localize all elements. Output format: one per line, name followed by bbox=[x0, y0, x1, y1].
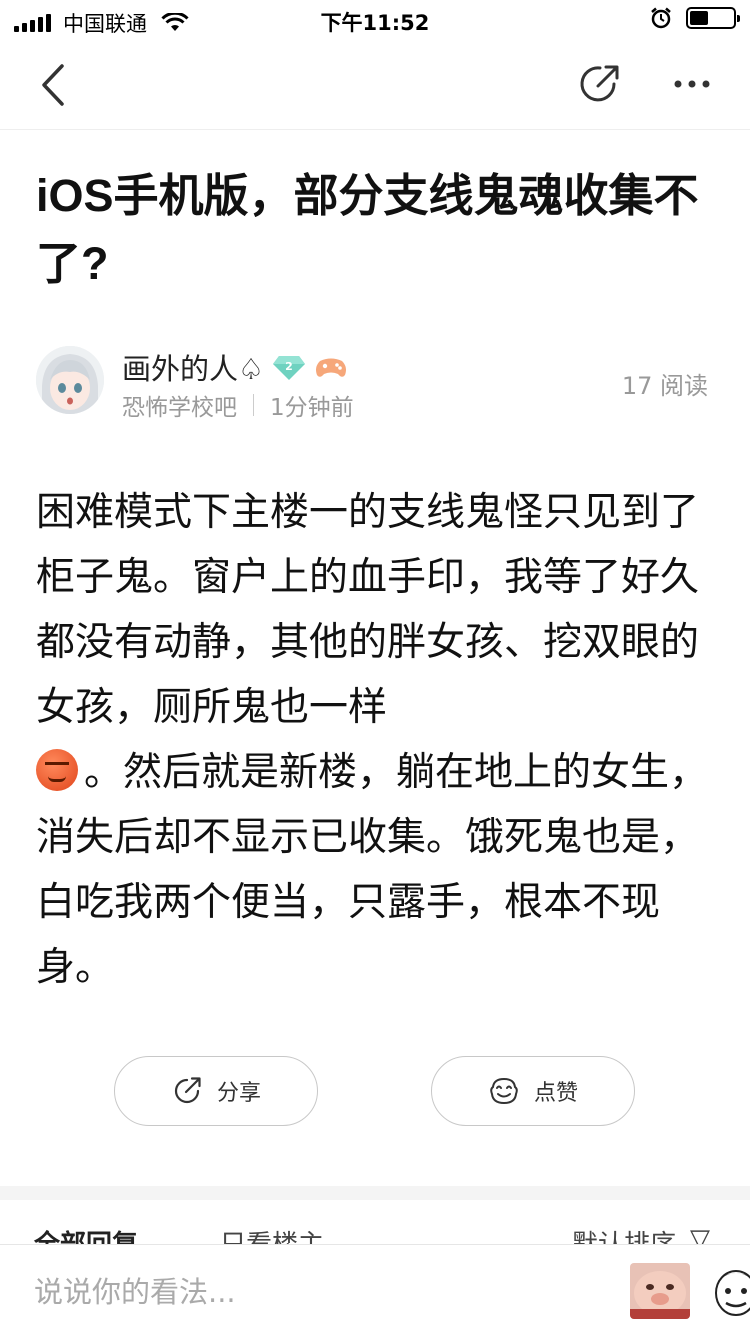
share-icon[interactable] bbox=[578, 62, 622, 106]
share-button[interactable]: 分享 bbox=[114, 1056, 318, 1126]
back-arrow-icon[interactable] bbox=[28, 60, 78, 110]
avatar[interactable] bbox=[36, 346, 104, 414]
level-badge-icon: 2 bbox=[273, 356, 305, 380]
meta-divider bbox=[253, 394, 254, 416]
post-body-text-1: 困难模式下主楼一的支线鬼怪只见到了柜子鬼。窗户上的血手印，我等了好久都没有动静，… bbox=[36, 490, 700, 730]
clock: 下午11:52 bbox=[320, 11, 430, 35]
share-label: 分享 bbox=[216, 1081, 261, 1106]
gamepad-badge-icon bbox=[316, 358, 346, 377]
section-divider bbox=[0, 1186, 750, 1200]
post-title: iOS手机版，部分支线鬼魂收集不了? bbox=[36, 170, 699, 289]
post-body: 困难模式下主楼一的支线鬼怪只见到了柜子鬼。窗户上的血手印，我等了好久都没有动静，… bbox=[36, 480, 718, 1000]
emoji-face-icon bbox=[36, 749, 78, 791]
share-icon bbox=[174, 1077, 201, 1104]
post-body-text-2: 。然后就是新楼，躺在地上的女生，消失后却不显示已收集。饿死鬼也是，白吃我两个便当… bbox=[36, 750, 709, 990]
comment-input[interactable]: 说说你的看法... bbox=[34, 1269, 236, 1311]
status-bar: 中国联通 下午11:52 bbox=[0, 0, 750, 40]
nav-bar bbox=[0, 40, 750, 130]
post-time: 1分钟前 bbox=[270, 395, 354, 421]
comment-bar: 说说你的看法... bbox=[0, 1244, 750, 1334]
battery-icon bbox=[686, 7, 740, 29]
post-meta: 恐怖学校吧 1分钟前 bbox=[122, 388, 354, 422]
like-face-icon bbox=[490, 1077, 518, 1105]
level-number: 2 bbox=[285, 360, 293, 373]
sticker-pig-icon[interactable] bbox=[630, 1263, 690, 1319]
author-name[interactable]: 画外的人♤ bbox=[122, 346, 264, 388]
author-name-row: 画外的人♤ 2 bbox=[122, 346, 348, 388]
like-button[interactable]: 点赞 bbox=[431, 1056, 635, 1126]
like-label: 点赞 bbox=[533, 1081, 578, 1106]
more-options-icon[interactable] bbox=[670, 70, 714, 98]
sticker-face-icon[interactable] bbox=[710, 1263, 750, 1319]
forum-name[interactable]: 恐怖学校吧 bbox=[122, 388, 237, 422]
read-count: 17 阅读 bbox=[621, 372, 708, 400]
alarm-icon bbox=[651, 7, 671, 29]
